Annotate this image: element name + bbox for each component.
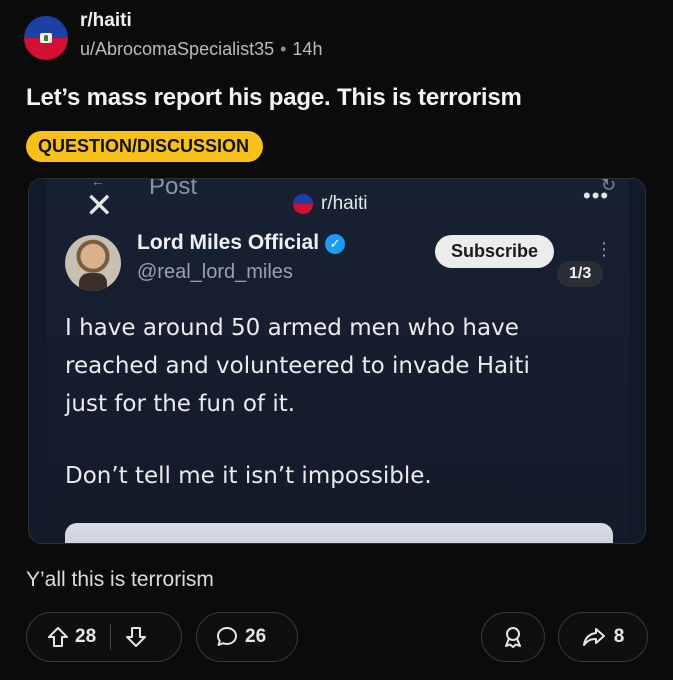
verified-check-icon: ✓	[325, 234, 346, 254]
author-username[interactable]: u/AbrocomaSpecialist35	[80, 39, 274, 59]
vote-bar: 28	[26, 612, 182, 662]
post-flair[interactable]: QUESTION/DISCUSSION	[26, 131, 264, 162]
subreddit-avatar[interactable]	[24, 16, 68, 60]
meta-separator: •	[280, 39, 287, 59]
embedded-text-line: reached and volunteered to invade Haiti	[65, 353, 530, 379]
share-count: 8	[613, 626, 625, 647]
downvote-icon[interactable]	[125, 626, 147, 648]
embedded-text-line: I have around 50 armed men who have	[65, 315, 519, 341]
post-age: 14h	[292, 39, 323, 59]
post-meta: u/AbrocomaSpecialist35 • 14h	[80, 38, 322, 60]
award-icon	[501, 625, 525, 649]
image-page-indicator: 1/3	[557, 261, 604, 287]
share-button[interactable]: 8	[558, 612, 648, 662]
subreddit-name[interactable]: r/haiti	[80, 10, 322, 32]
embedded-text-para2: Don’t tell me it isn’t impossible.	[65, 463, 432, 489]
embedded-author-name: Lord Miles Official	[137, 231, 320, 254]
vote-divider	[110, 624, 112, 650]
embedded-flag-icon	[293, 194, 313, 214]
embedded-post-label: Post	[149, 178, 198, 200]
post-header: r/haiti u/AbrocomaSpecialist35 • 14h	[24, 10, 322, 60]
embedded-subscribe-button: Subscribe	[435, 235, 555, 268]
comment-count: 26	[245, 626, 267, 647]
upvote-count: 28	[75, 626, 97, 647]
embedded-author-avatar	[65, 235, 121, 291]
post-body: Y’all this is terrorism	[26, 568, 214, 591]
share-icon	[582, 626, 606, 648]
comment-icon	[215, 625, 239, 649]
flag-emblem-icon	[40, 33, 52, 43]
award-button[interactable]	[481, 612, 545, 662]
embedded-text-line: just for the fun of it.	[65, 391, 296, 417]
embedded-subreddit-name: r/haiti	[321, 193, 368, 214]
embedded-author-handle: @real_lord_miles	[137, 261, 293, 283]
post-detail: r/haiti u/AbrocomaSpecialist35 • 14h Let’s…	[0, 0, 673, 680]
embedded-post-text: I have around 50 armed men who have reac…	[65, 309, 621, 423]
upvote-icon[interactable]	[47, 626, 69, 648]
embedded-kebab-icon: ⋮	[595, 239, 613, 259]
embedded-subreddit: r/haiti	[293, 193, 367, 215]
post-title: Let’s mass report his page. This is terr…	[26, 84, 522, 111]
comments-button[interactable]: 26	[196, 612, 298, 662]
post-image[interactable]: ← Post ✕ ↻ r/haiti ••• Lord Miles Offici…	[28, 178, 646, 544]
more-options-icon: •••	[583, 183, 610, 208]
embedded-screenshot: ← Post ✕ ↻ r/haiti ••• Lord Miles Offici…	[47, 178, 629, 543]
embedded-author-name-row: Lord Miles Official ✓	[137, 231, 346, 255]
header-text: r/haiti u/AbrocomaSpecialist35 • 14h	[80, 10, 322, 60]
close-icon: ✕	[85, 187, 114, 225]
embedded-attached-image	[65, 523, 613, 543]
